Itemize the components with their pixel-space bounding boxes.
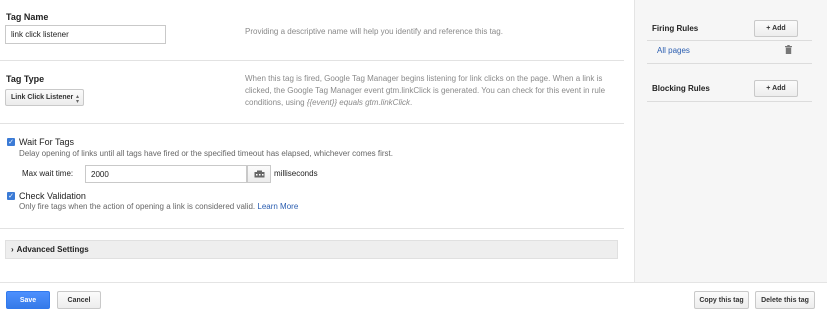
wait-for-tags-description: Delay opening of links until all tags ha…: [19, 149, 393, 158]
max-wait-input[interactable]: 2000: [85, 165, 247, 183]
divider: [647, 101, 812, 102]
tag-type-label: Tag Type: [6, 74, 45, 84]
divider: [0, 60, 624, 61]
check-validation-checkbox[interactable]: ✓: [7, 192, 15, 200]
divider: [647, 40, 812, 41]
add-firing-rule-button[interactable]: + Add: [754, 20, 798, 37]
tag-type-select[interactable]: Link Click Listener ▴ ▾: [5, 89, 84, 106]
firing-rules-title: Firing Rules: [652, 24, 699, 33]
tag-editor-main: Tag Name link click listener Providing a…: [0, 0, 624, 282]
copy-tag-button[interactable]: Copy this tag: [694, 291, 749, 309]
save-button[interactable]: Save: [6, 291, 50, 309]
checkmark-icon: ✓: [8, 192, 14, 200]
check-validation-title: Check Validation: [19, 191, 86, 201]
tag-name-input[interactable]: link click listener: [5, 25, 166, 44]
checkmark-icon: ✓: [8, 138, 14, 146]
select-arrows-icon: ▴ ▾: [75, 94, 79, 105]
chevron-right-icon: ›: [11, 245, 14, 254]
check-validation-text: Only fire tags when the action of openin…: [19, 202, 256, 211]
add-blocking-rule-button[interactable]: + Add: [754, 80, 798, 97]
tag-name-help: Providing a descriptive name will help y…: [245, 27, 503, 36]
blocking-rules-title: Blocking Rules: [652, 84, 710, 93]
max-wait-unit: milliseconds: [274, 169, 318, 178]
calculator-icon: [254, 170, 264, 178]
advanced-settings-toggle[interactable]: › Advanced Settings: [5, 240, 618, 259]
tag-name-label: Tag Name: [6, 12, 49, 22]
delete-tag-button[interactable]: Delete this tag: [755, 291, 815, 309]
divider: [0, 228, 624, 229]
wait-for-tags-checkbox[interactable]: ✓: [7, 138, 15, 146]
tag-type-help-end: .: [410, 98, 413, 107]
advanced-settings-label: Advanced Settings: [16, 245, 89, 254]
firing-rule-all-pages[interactable]: All pages: [657, 46, 690, 55]
calculator-button[interactable]: [247, 165, 271, 183]
trash-icon[interactable]: [785, 45, 792, 54]
divider: [647, 63, 812, 64]
divider: [0, 123, 624, 124]
tag-type-select-value: Link Click Listener: [11, 94, 74, 101]
tag-type-help-text: When this tag is fired, Google Tag Manag…: [245, 74, 606, 107]
footer-divider: [0, 282, 827, 283]
check-validation-description: Only fire tags when the action of openin…: [19, 202, 298, 211]
rules-panel: Firing Rules + Add All pages Blocking Ru…: [634, 0, 827, 282]
max-wait-label: Max wait time:: [22, 169, 74, 178]
cancel-button[interactable]: Cancel: [57, 291, 101, 309]
learn-more-link[interactable]: Learn More: [257, 202, 298, 211]
wait-for-tags-title: Wait For Tags: [19, 137, 75, 147]
tag-type-help: When this tag is fired, Google Tag Manag…: [245, 73, 620, 109]
tag-type-help-condition: {{event}} equals gtm.linkClick: [306, 98, 410, 107]
